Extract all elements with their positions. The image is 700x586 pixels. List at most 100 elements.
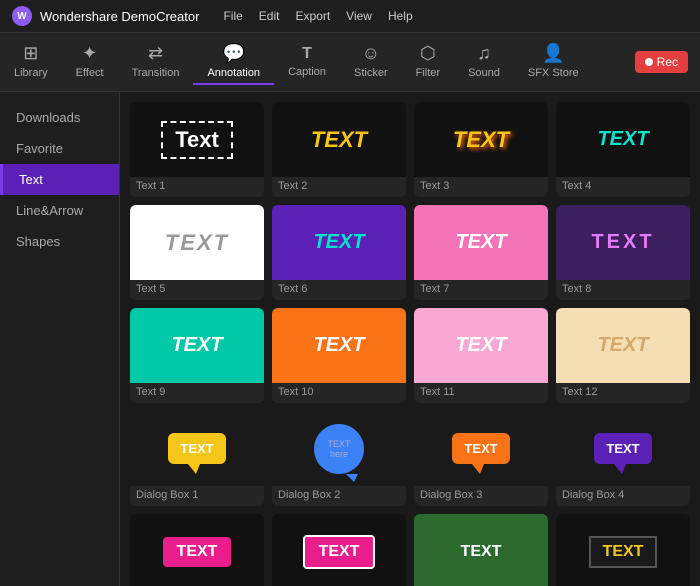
db1-bubble: TEXT (168, 433, 225, 464)
label-text6: Text 6 (272, 280, 406, 300)
toolbar-sticker[interactable]: ☺ Sticker (340, 39, 402, 85)
preview-db2: TEXThere (272, 411, 406, 486)
label-text12: Text 12 (556, 383, 690, 403)
toolbar-filter[interactable]: ⬡ Filter (402, 39, 454, 85)
toolbar-caption[interactable]: T Caption (274, 41, 340, 84)
preview-text1-content: Text (161, 121, 233, 159)
card-text5[interactable]: TEXT Text 5 (130, 205, 264, 300)
card-text8[interactable]: TEXT Text 8 (556, 205, 690, 300)
sidebar-item-favorite[interactable]: Favorite (0, 133, 119, 164)
card-db3[interactable]: TEXT Dialog Box 3 (414, 411, 548, 506)
sidebar-item-text[interactable]: Text (0, 164, 119, 195)
card-db1[interactable]: TEXT Dialog Box 1 (130, 411, 264, 506)
preview-text2: TEXT (272, 102, 406, 177)
card-text4[interactable]: TEXT Text 4 (556, 102, 690, 197)
rec-label: Rec (657, 55, 678, 69)
menu-help[interactable]: Help (388, 9, 413, 23)
card-db2[interactable]: TEXThere Dialog Box 2 (272, 411, 406, 506)
annotation-icon: 💬 (223, 43, 245, 64)
label-text3: Text 3 (414, 177, 548, 197)
label-text4: Text 4 (556, 177, 690, 197)
label-db3: Dialog Box 3 (414, 486, 548, 506)
preview-text6: TEXT (272, 205, 406, 280)
library-icon: ⊞ (23, 43, 38, 64)
toolbar-transition-label: Transition (132, 67, 180, 79)
sidebar-item-shapes[interactable]: Shapes (0, 226, 119, 257)
card-text9[interactable]: TEXT Text 9 (130, 308, 264, 403)
toolbar-sound[interactable]: ♫ Sound (454, 39, 514, 85)
preview-text5: TEXT (130, 205, 264, 280)
preview-db3: TEXT (414, 411, 548, 486)
preview-text10: TEXT (272, 308, 406, 383)
card-text11[interactable]: TEXT Text 11 (414, 308, 548, 403)
card-text10[interactable]: TEXT Text 10 (272, 308, 406, 403)
sound-icon: ♫ (477, 43, 491, 64)
preview-b3-content: TEXT (461, 543, 502, 561)
preview-text11: TEXT (414, 308, 548, 383)
toolbar-sfxstore-label: SFX Store (528, 67, 579, 79)
effect-icon: ✦ (82, 43, 97, 64)
annotation-grid: Text Text 1 TEXT Text 2 TEXT Text 3 (130, 102, 690, 586)
toolbar-effect-label: Effect (76, 67, 104, 79)
preview-text3: TEXT (414, 102, 548, 177)
label-text8: Text 8 (556, 280, 690, 300)
preview-text9-content: TEXT (171, 334, 222, 357)
preview-text4-content: TEXT (597, 128, 648, 151)
preview-b1-content: TEXT (163, 537, 232, 567)
toolbar: ⊞ Library ✦ Effect ⇄ Transition 💬 Annota… (0, 33, 700, 92)
preview-b3: TEXT (414, 514, 548, 586)
label-text10: Text 10 (272, 383, 406, 403)
card-text2[interactable]: TEXT Text 2 (272, 102, 406, 197)
filter-icon: ⬡ (420, 43, 436, 64)
card-text6[interactable]: TEXT Text 6 (272, 205, 406, 300)
transition-icon: ⇄ (148, 43, 163, 64)
rec-dot (645, 58, 653, 66)
toolbar-effect[interactable]: ✦ Effect (62, 39, 118, 85)
label-text7: Text 7 (414, 280, 548, 300)
preview-text2-content: TEXT (311, 127, 367, 153)
preview-text10-content: TEXT (313, 334, 364, 357)
preview-b2-content: TEXT (303, 535, 376, 569)
label-text2: Text 2 (272, 177, 406, 197)
toolbar-sfxstore[interactable]: 👤 SFX Store (514, 39, 593, 85)
card-text7[interactable]: TEXT Text 7 (414, 205, 548, 300)
preview-b4: TEXT (556, 514, 690, 586)
preview-db4: TEXT (556, 411, 690, 486)
label-text9: Text 9 (130, 383, 264, 403)
caption-icon: T (302, 45, 312, 63)
card-b4[interactable]: TEXT (556, 514, 690, 586)
rec-button[interactable]: Rec (635, 51, 688, 73)
card-b1[interactable]: TEXT (130, 514, 264, 586)
sidebar-item-linearrow[interactable]: Line&Arrow (0, 195, 119, 226)
card-b3[interactable]: TEXT (414, 514, 548, 586)
preview-b2: TEXT (272, 514, 406, 586)
preview-text5-content: TEXT (165, 230, 229, 256)
app-title: Wondershare DemoCreator (40, 9, 199, 24)
toolbar-library-label: Library (14, 67, 48, 79)
menu-view[interactable]: View (346, 9, 372, 23)
preview-text3-content: TEXT (453, 127, 509, 153)
card-text1[interactable]: Text Text 1 (130, 102, 264, 197)
preview-text4: TEXT (556, 102, 690, 177)
main-layout: Downloads Favorite Text Line&Arrow Shape… (0, 92, 700, 586)
menu-export[interactable]: Export (295, 9, 330, 23)
sfxstore-icon: 👤 (542, 43, 564, 64)
card-text12[interactable]: TEXT Text 12 (556, 308, 690, 403)
label-text5: Text 5 (130, 280, 264, 300)
db2-bubble: TEXThere (314, 424, 364, 474)
sidebar-item-downloads[interactable]: Downloads (0, 102, 119, 133)
preview-text9: TEXT (130, 308, 264, 383)
toolbar-annotation[interactable]: 💬 Annotation (193, 39, 274, 85)
card-text3[interactable]: TEXT Text 3 (414, 102, 548, 197)
label-db4: Dialog Box 4 (556, 486, 690, 506)
app-logo: W (12, 6, 32, 26)
preview-b4-content: TEXT (589, 536, 658, 568)
menu-file[interactable]: File (223, 9, 242, 23)
menu-edit[interactable]: Edit (259, 9, 280, 23)
preview-text7-content: TEXT (455, 231, 506, 254)
toolbar-transition[interactable]: ⇄ Transition (118, 39, 194, 85)
preview-db1: TEXT (130, 411, 264, 486)
card-b2[interactable]: TEXT (272, 514, 406, 586)
toolbar-library[interactable]: ⊞ Library (0, 39, 62, 85)
card-db4[interactable]: TEXT Dialog Box 4 (556, 411, 690, 506)
